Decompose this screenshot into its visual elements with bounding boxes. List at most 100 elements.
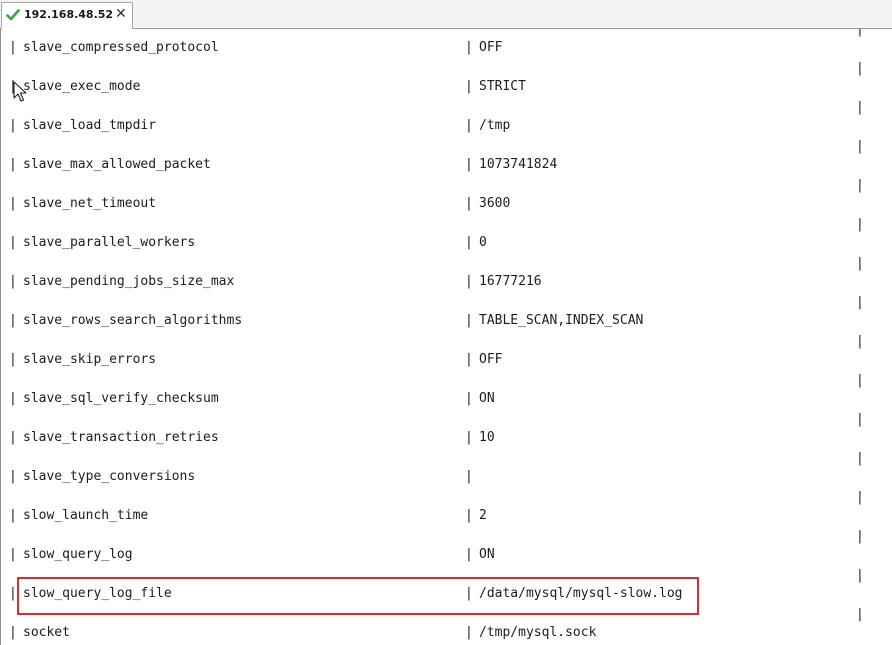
variable-value: /tmp — [479, 118, 511, 133]
variable-value: 16777216 — [479, 274, 542, 289]
table-row: | slave_parallel_workers | 0 — [1, 234, 851, 252]
variable-value: /data/mysql/mysql-slow.log — [479, 586, 683, 601]
column-separator: | — [465, 157, 473, 172]
column-separator: | — [9, 430, 17, 445]
column-separator: | — [465, 274, 473, 289]
variable-value: /tmp/mysql.sock — [479, 625, 597, 640]
column-separator: | — [465, 40, 473, 55]
column-separator: | — [9, 508, 17, 523]
column-separator: | — [856, 412, 864, 427]
column-separator: | — [465, 586, 473, 601]
column-separator: | — [9, 40, 17, 55]
column-separator: | — [9, 313, 17, 328]
variable-value: 0 — [479, 235, 487, 250]
column-separator: | — [9, 352, 17, 367]
variable-name: slave_pending_jobs_size_max — [23, 274, 235, 289]
variable-name: slave_rows_search_algorithms — [23, 313, 243, 328]
column-separator: | — [465, 235, 473, 250]
column-separator: | — [465, 391, 473, 406]
variable-name: slow_launch_time — [23, 508, 149, 523]
terminal-output[interactable]: | slave_compressed_protocol | OFF | | slave_ex… — [0, 29, 892, 645]
column-separator: | — [9, 196, 17, 211]
column-separator: | — [9, 274, 17, 289]
column-separator: | — [465, 430, 473, 445]
variable-value: 10 — [479, 430, 495, 445]
variable-value: OFF — [479, 352, 503, 367]
variable-name: slave_net_timeout — [23, 196, 157, 211]
column-separator: | — [856, 217, 864, 232]
column-separator: | — [856, 29, 864, 37]
table-row: | slave_max_allowed_packet | 1073741824 — [1, 156, 851, 174]
session-tab[interactable]: 192.168.48.52 ✕ — [1, 2, 133, 29]
variable-value: 1073741824 — [479, 157, 558, 172]
table-row: | slave_pending_jobs_size_max | 16777216 — [1, 273, 851, 291]
column-separator: | — [856, 61, 864, 76]
variable-value: ON — [479, 391, 495, 406]
table-row: | slave_load_tmpdir | /tmp — [1, 117, 851, 135]
variable-name: slow_query_log — [23, 547, 133, 562]
column-separator: | — [9, 547, 17, 562]
column-separator: | — [856, 295, 864, 310]
column-separator: | — [856, 607, 864, 622]
column-separator: | — [9, 391, 17, 406]
column-separator: | — [856, 139, 864, 154]
variable-name: slave_type_conversions — [23, 469, 196, 484]
table-row: | slow_query_log | ON — [1, 546, 851, 564]
column-separator: | — [856, 178, 864, 193]
column-separator: | — [856, 334, 864, 349]
variable-name: socket — [23, 625, 70, 640]
column-separator: | — [465, 352, 473, 367]
table-row: | slave_compressed_protocol | OFF — [1, 39, 851, 57]
table-row: | slave_type_conversions | — [1, 468, 851, 486]
column-separator: | — [465, 79, 473, 94]
variable-name: slave_exec_mode — [23, 79, 141, 94]
column-separator: | — [465, 547, 473, 562]
column-separator: | — [465, 118, 473, 133]
variable-name: slow_query_log_file — [23, 586, 172, 601]
variable-value: OFF — [479, 40, 503, 55]
variable-name: slave_parallel_workers — [23, 235, 196, 250]
column-separator: | — [9, 118, 17, 133]
variable-value: 3600 — [479, 196, 511, 211]
variable-value: ON — [479, 547, 495, 562]
table-row: | slave_skip_errors | OFF — [1, 351, 851, 369]
column-separator: | — [465, 625, 473, 640]
column-separator: | — [9, 157, 17, 172]
variable-name: slave_skip_errors — [23, 352, 157, 367]
table-row: | slave_sql_verify_checksum | ON — [1, 390, 851, 408]
column-separator: | — [9, 469, 17, 484]
tab-title: 192.168.48.52 — [24, 8, 114, 21]
variable-name: slave_transaction_retries — [23, 430, 219, 445]
table-row: | slave_rows_search_algorithms | TABLE_SCAN… — [1, 312, 851, 330]
column-separator: | — [465, 508, 473, 523]
table-row: | slave_transaction_retries | 10 — [1, 429, 851, 447]
check-icon — [6, 9, 20, 21]
variable-value: 2 — [479, 508, 487, 523]
variable-value: TABLE_SCAN,INDEX_SCAN — [479, 313, 644, 328]
mouse-pointer-icon — [13, 81, 27, 102]
column-separator: | — [465, 196, 473, 211]
variable-name: slave_sql_verify_checksum — [23, 391, 219, 406]
column-separator: | — [856, 451, 864, 466]
table-row: | slow_launch_time | 2 — [1, 507, 851, 525]
column-separator: | — [856, 529, 864, 544]
table-row: | slow_query_log_file | /data/mysql/mysql-s… — [1, 585, 851, 603]
variable-name: slave_load_tmpdir — [23, 118, 157, 133]
column-separator: | — [9, 586, 17, 601]
variable-value: STRICT — [479, 79, 526, 94]
column-separator: | — [465, 313, 473, 328]
column-separator: | — [856, 256, 864, 271]
tab-bar: 192.168.48.52 ✕ — [0, 0, 892, 29]
column-separator: | — [856, 490, 864, 505]
tab-close-button[interactable]: ✕ — [115, 6, 127, 22]
column-separator: | — [856, 100, 864, 115]
column-separator: | — [465, 469, 473, 484]
column-separator: | — [9, 625, 17, 640]
variable-name: slave_compressed_protocol — [23, 40, 219, 55]
column-separator: | — [9, 235, 17, 250]
table-row: | socket | /tmp/mysql.sock — [1, 624, 851, 642]
variable-name: slave_max_allowed_packet — [23, 157, 211, 172]
table-row: | slave_exec_mode | STRICT — [1, 78, 851, 96]
column-separator: | — [856, 568, 864, 583]
column-separator: | — [856, 373, 864, 388]
